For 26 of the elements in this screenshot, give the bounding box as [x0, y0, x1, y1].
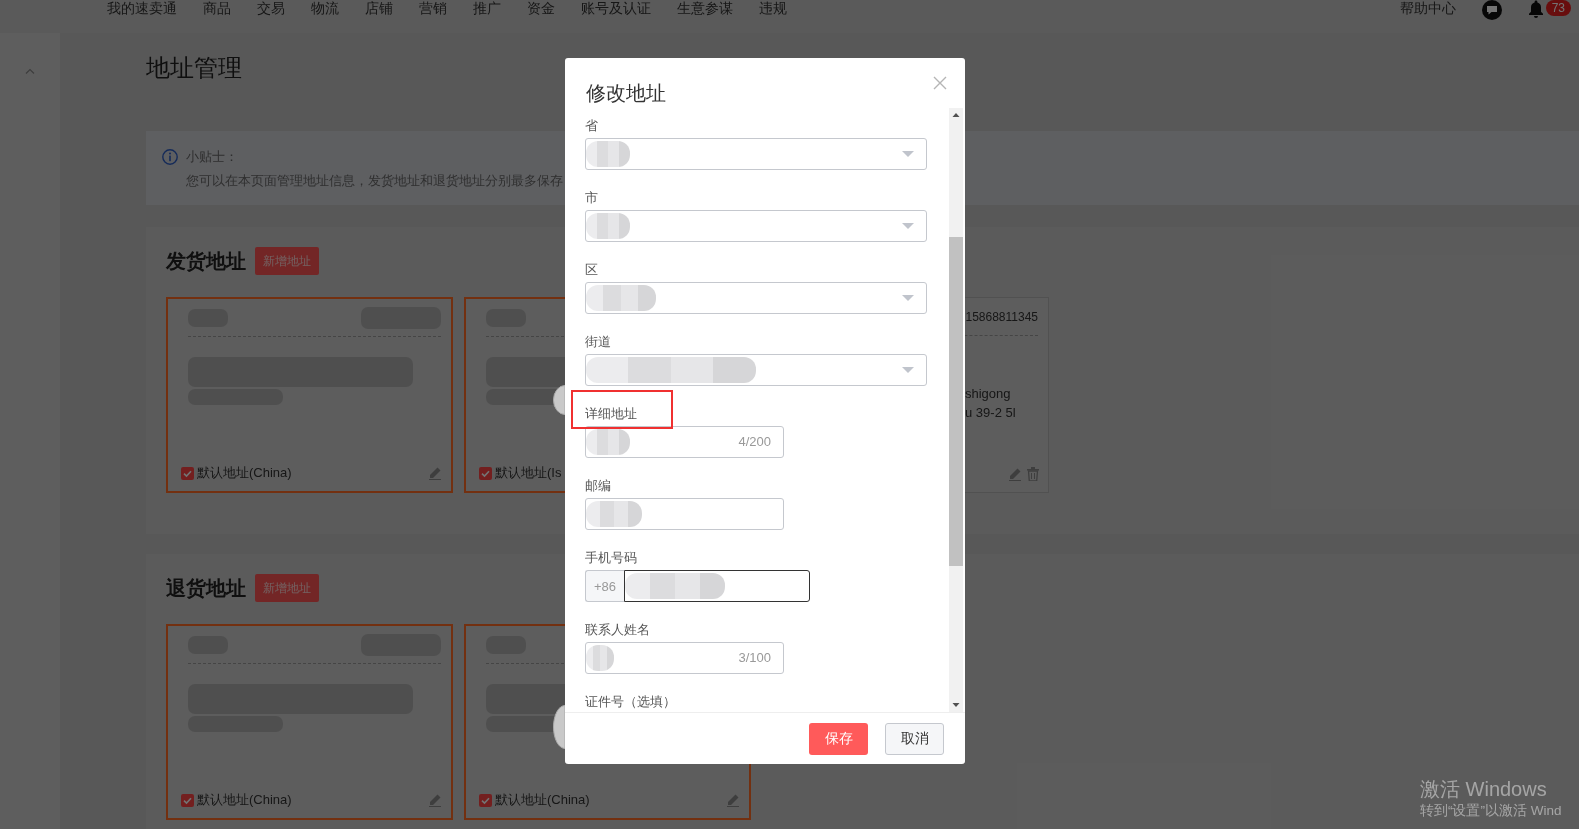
field-label: 详细地址: [585, 405, 637, 423]
character-counter: 4/200: [738, 434, 771, 450]
checkbox-label: 默认地址(China): [197, 465, 292, 481]
phone-number: 15868811345: [965, 308, 1038, 325]
activation-notice-text: 转到“设置”以激活 Wind: [1420, 802, 1562, 820]
field-label: 市: [585, 189, 598, 207]
address-text: u 39-2 5l: [965, 404, 1016, 422]
field-label: 区: [585, 261, 598, 279]
checkbox-label: 默认地址(Is: [495, 465, 562, 481]
field-label: 联系人姓名: [585, 621, 650, 639]
character-counter: 3/100: [738, 650, 771, 666]
field-label: 邮编: [585, 477, 611, 495]
field-label: 街道: [585, 333, 611, 351]
dialog-title: 修改地址: [586, 81, 666, 106]
checkbox-label: 默认地址(China): [495, 792, 590, 808]
country-code: +86: [585, 570, 624, 602]
notification-badge: 73: [1545, 0, 1571, 16]
page-title: 地址管理: [146, 53, 242, 83]
field-label: 省: [585, 117, 598, 135]
checkbox-label: 默认地址(China): [197, 792, 292, 808]
section-title: 发货地址: [166, 249, 246, 274]
activation-notice-title: 激活 Windows: [1420, 777, 1547, 802]
field-label: 证件号（选填）: [585, 693, 676, 711]
address-text: shigong: [965, 385, 1011, 403]
section-title: 退货地址: [166, 576, 246, 601]
field-label: 手机号码: [585, 549, 637, 567]
